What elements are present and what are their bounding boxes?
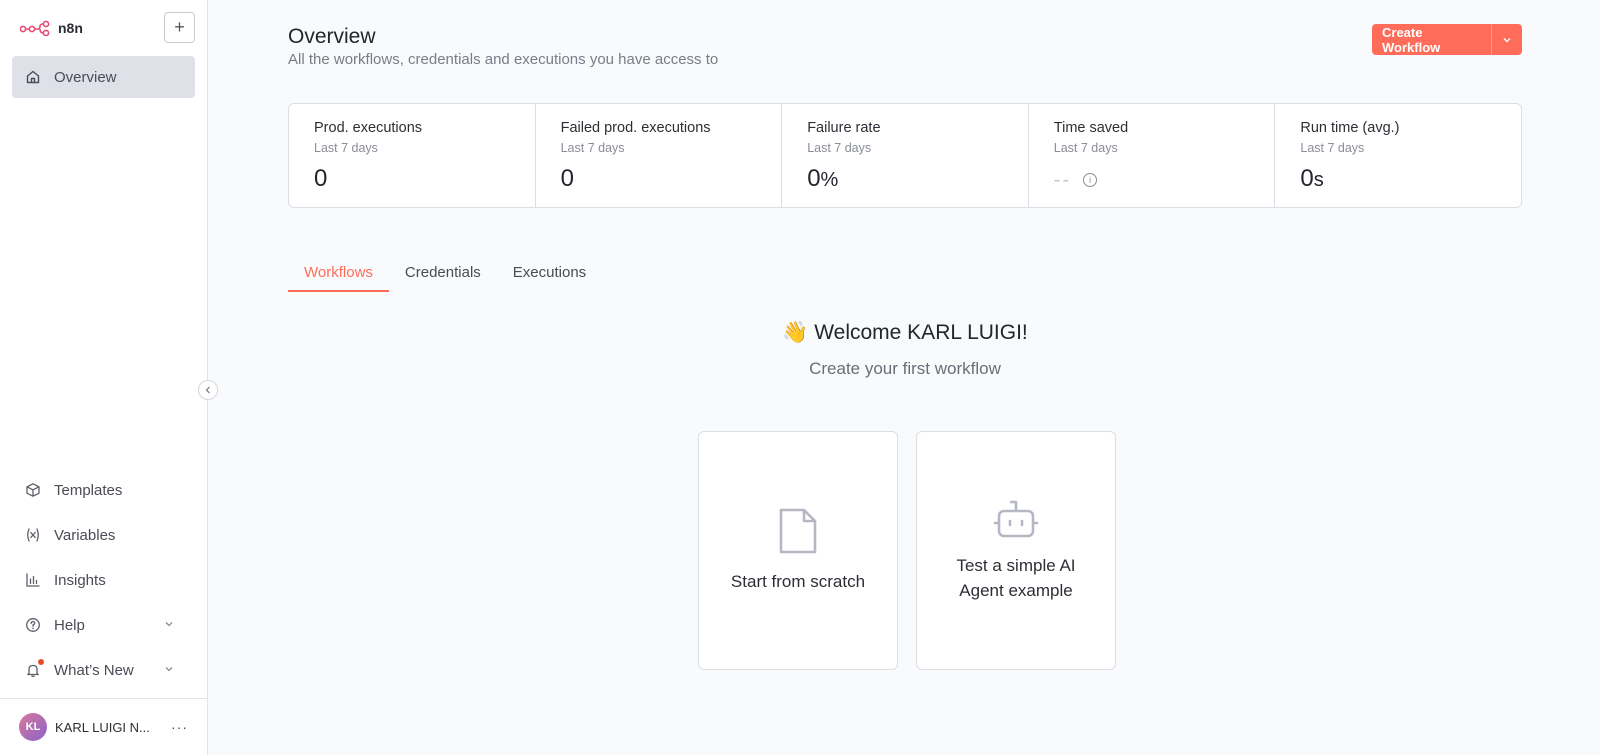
stat-unit: s bbox=[1313, 169, 1324, 191]
user-name: KARL LUIGI N... bbox=[55, 719, 150, 735]
collapse-sidebar-button[interactable] bbox=[198, 380, 218, 400]
bar-chart-icon bbox=[24, 571, 42, 589]
file-icon bbox=[779, 508, 817, 554]
user-menu[interactable]: KL KARL LUIGI N... ··· bbox=[0, 698, 207, 755]
notification-dot bbox=[38, 659, 44, 665]
stat-value: 0s bbox=[1300, 165, 1324, 192]
create-workflow-button-group: Create Workflow bbox=[1372, 24, 1522, 55]
sidebar-item-label: Templates bbox=[54, 481, 123, 499]
stat-failed-prod-executions[interactable]: Failed prod. executions Last 7 days 0 bbox=[536, 104, 783, 207]
stat-period: Last 7 days bbox=[560, 141, 625, 155]
welcome-title: Welcome KARL LUIGI! bbox=[814, 321, 1028, 344]
stat-value: 0 bbox=[314, 165, 328, 192]
chevron-down-icon bbox=[163, 617, 175, 634]
stat-time-saved[interactable]: Time saved Last 7 days -- i bbox=[1029, 104, 1276, 207]
help-circle-icon bbox=[24, 616, 42, 634]
chevron-left-icon bbox=[205, 386, 210, 394]
card-label: Test a simple AI Agent example bbox=[956, 555, 1076, 600]
stat-title: Time saved bbox=[1053, 120, 1129, 136]
stat-unit: % bbox=[820, 169, 839, 191]
logo[interactable]: n8n bbox=[20, 20, 83, 36]
tab-executions[interactable]: Executions bbox=[497, 264, 602, 292]
stat-value: 0% bbox=[807, 165, 839, 192]
sidebar: n8n + Overview Templates Variables Insig… bbox=[0, 0, 208, 755]
sidebar-item-label: Insights bbox=[54, 571, 106, 589]
page-subtitle: All the workflows, credentials and execu… bbox=[288, 51, 719, 68]
sidebar-item-label: What’s New bbox=[54, 661, 134, 679]
tab-workflows[interactable]: Workflows bbox=[288, 264, 389, 292]
sidebar-item-whats-new[interactable]: What’s New bbox=[12, 649, 195, 691]
stat-period: Last 7 days bbox=[314, 141, 378, 155]
stat-period: Last 7 days bbox=[807, 141, 872, 155]
stat-run-time-avg[interactable]: Run time (avg.) Last 7 days 0s bbox=[1275, 104, 1521, 207]
stat-value: 0 bbox=[560, 165, 574, 192]
sidebar-item-label: Help bbox=[54, 616, 85, 634]
sidebar-item-overview[interactable]: Overview bbox=[12, 56, 195, 98]
app-name: n8n bbox=[58, 20, 83, 36]
chevron-down-icon bbox=[1503, 37, 1511, 42]
sidebar-item-help[interactable]: Help bbox=[12, 604, 195, 646]
welcome-heading: 👋 Welcome KARL LUIGI! bbox=[288, 321, 1522, 345]
sidebar-item-label: Overview bbox=[54, 68, 117, 86]
create-workflow-dropdown[interactable] bbox=[1491, 24, 1522, 55]
stat-title: Prod. executions bbox=[314, 120, 423, 136]
sidebar-item-variables[interactable]: Variables bbox=[12, 514, 195, 556]
card-label: Start from scratch bbox=[730, 572, 866, 591]
stat-prod-executions[interactable]: Prod. executions Last 7 days 0 bbox=[289, 104, 536, 207]
box-icon bbox=[24, 481, 42, 499]
stat-value: -- i bbox=[1054, 165, 1275, 193]
create-workflow-button[interactable]: Create Workflow bbox=[1372, 24, 1491, 55]
start-from-scratch-card[interactable]: Start from scratch bbox=[698, 431, 898, 670]
stat-failure-rate[interactable]: Failure rate Last 7 days 0% bbox=[782, 104, 1029, 207]
ai-agent-example-card[interactable]: Test a simple AI Agent example bbox=[916, 431, 1116, 670]
robot-icon bbox=[993, 500, 1039, 537]
stat-period: Last 7 days bbox=[1053, 141, 1118, 155]
home-icon bbox=[24, 68, 42, 86]
waving-hand-icon: 👋 bbox=[782, 321, 809, 344]
stat-title: Run time (avg.) bbox=[1300, 120, 1400, 136]
sidebar-item-templates[interactable]: Templates bbox=[12, 469, 195, 511]
n8n-logo-icon bbox=[20, 20, 50, 36]
welcome-subtitle: Create your first workflow bbox=[809, 359, 1001, 378]
more-options-icon[interactable]: ··· bbox=[171, 719, 188, 735]
stat-title: Failure rate bbox=[807, 120, 881, 136]
sidebar-item-insights[interactable]: Insights bbox=[12, 559, 195, 601]
sidebar-item-label: Variables bbox=[54, 526, 116, 544]
stat-period: Last 7 days bbox=[1300, 141, 1365, 155]
insights-summary: Prod. executions Last 7 days 0 Failed pr… bbox=[288, 103, 1522, 208]
page-title: Overview bbox=[288, 25, 376, 48]
info-icon[interactable]: i bbox=[1083, 172, 1098, 187]
bell-icon bbox=[24, 659, 44, 679]
add-button[interactable]: + bbox=[164, 12, 195, 43]
stat-title: Failed prod. executions bbox=[560, 120, 711, 136]
chevron-down-icon bbox=[163, 662, 175, 679]
variable-icon bbox=[24, 526, 42, 544]
tab-credentials[interactable]: Credentials bbox=[389, 264, 497, 292]
content-tabs: Workflows Credentials Executions bbox=[288, 264, 602, 292]
avatar[interactable]: KL bbox=[19, 713, 47, 741]
